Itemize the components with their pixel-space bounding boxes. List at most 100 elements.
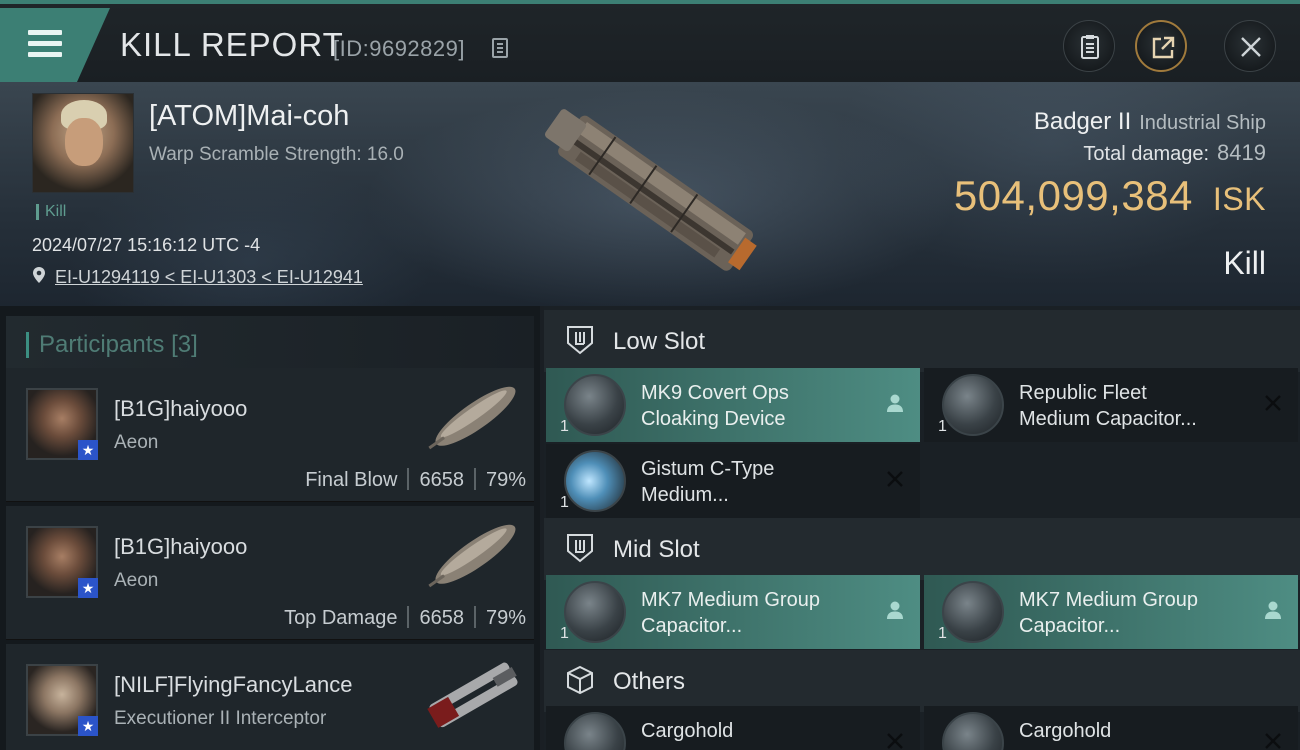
participants-header: Participants [3] bbox=[6, 316, 534, 372]
fitted-item[interactable]: 1 Republic Fleet Medium Capacitor... bbox=[924, 368, 1298, 442]
item-name-line1: Republic Fleet bbox=[1019, 382, 1147, 404]
dropped-person-icon bbox=[1265, 601, 1281, 619]
total-damage: Total damage: 8419 bbox=[1083, 140, 1266, 166]
menu-button[interactable] bbox=[0, 8, 110, 82]
participant-ship-icon bbox=[427, 662, 518, 728]
report-id: [ID:9692829] bbox=[333, 36, 465, 61]
item-name: MK7 Medium Group Capacitor... bbox=[641, 587, 871, 639]
close-icon bbox=[1241, 37, 1261, 57]
participant-ship: Aeon bbox=[114, 432, 159, 453]
fitted-item[interactable]: 1 Gistum C-Type Medium... bbox=[546, 444, 920, 518]
participant-avatar: ★ bbox=[26, 526, 98, 598]
participant-ship-icon bbox=[428, 524, 516, 588]
capacitor-repair-icon bbox=[942, 581, 1004, 643]
fitted-item[interactable]: 1 MK7 Medium Group Capacitor... bbox=[546, 575, 920, 649]
participant-ship: Aeon bbox=[114, 570, 159, 591]
mid-slot-label: Mid Slot bbox=[613, 536, 700, 563]
fitted-item[interactable]: Cargohold bbox=[924, 706, 1298, 750]
others-label: Others bbox=[613, 668, 686, 695]
kill-location-link[interactable]: EI-U1294119 < EI-U1303 < EI-U12941 bbox=[55, 267, 363, 288]
participant-name: [B1G]haiyooo bbox=[114, 396, 248, 421]
participants-label: Participants bbox=[39, 331, 165, 358]
corp-star-icon: ★ bbox=[78, 578, 98, 598]
item-name-line1: MK7 Medium Group bbox=[641, 589, 820, 611]
fitting-panel: Low Slot 1 MK9 Covert Ops Cloaking Device… bbox=[544, 306, 1300, 750]
participant-row[interactable]: ★ [B1G]haiyooo Aeon Top Damage 6658 79% bbox=[6, 506, 534, 640]
corp-star-icon: ★ bbox=[78, 716, 98, 736]
close-button[interactable] bbox=[1224, 20, 1276, 72]
victim-name[interactable]: [ATOM]Mai-coh bbox=[149, 100, 349, 133]
clipboard-icon bbox=[1081, 35, 1099, 59]
item-name: MK9 Covert Ops Cloaking Device bbox=[641, 380, 871, 432]
item-name-line2: Cloaking Device bbox=[641, 408, 786, 430]
dropped-person-icon bbox=[887, 394, 903, 412]
participant-row[interactable]: ★ [NILF]FlyingFancyLance Executioner II … bbox=[6, 644, 534, 750]
isk-value: 504,099,384 ISK bbox=[954, 172, 1266, 220]
total-damage-label: Total damage: bbox=[1083, 143, 1210, 165]
kill-datetime: 2024/07/27 15:16:12 UTC -4 bbox=[32, 235, 261, 255]
others-header: Others bbox=[544, 650, 1300, 712]
capacitor-booster-icon bbox=[942, 374, 1004, 436]
victim-portrait[interactable] bbox=[32, 93, 134, 193]
item-name: Gistum C-Type Medium... bbox=[641, 456, 871, 508]
victim-ship-name[interactable]: Badger II Industrial Ship bbox=[1034, 108, 1266, 136]
page-title: KILL REPORT bbox=[120, 26, 344, 63]
item-name-line1: Cargohold bbox=[641, 720, 734, 742]
location-pin-icon bbox=[33, 267, 45, 283]
total-damage-value: 8419 bbox=[1217, 140, 1266, 165]
participant-damage: 6658 bbox=[419, 469, 464, 491]
item-name-line2: Medium Capacitor... bbox=[1019, 408, 1197, 430]
kill-tag: Kill bbox=[36, 204, 66, 220]
low-slot-header: Low Slot bbox=[544, 310, 1300, 372]
low-slot-icon bbox=[567, 326, 593, 355]
item-name: Cargohold bbox=[641, 718, 871, 744]
participant-name: [B1G]haiyooo bbox=[114, 534, 248, 559]
destroyed-x-icon bbox=[887, 471, 903, 487]
item-name: MK7 Medium Group Capacitor... bbox=[1019, 587, 1249, 639]
item-name: Cargohold bbox=[1019, 718, 1249, 744]
participant-role: Top Damage bbox=[284, 607, 398, 629]
fitted-item[interactable]: 1 MK9 Covert Ops Cloaking Device bbox=[546, 368, 920, 442]
participant-stats: Top Damage 6658 79% bbox=[284, 606, 526, 630]
shield-extender-icon bbox=[564, 450, 626, 512]
share-button[interactable] bbox=[1135, 20, 1187, 72]
participant-damage-pct: 79% bbox=[485, 607, 526, 629]
item-quantity: 1 bbox=[560, 494, 569, 511]
item-name-line1: MK9 Covert Ops bbox=[641, 382, 789, 404]
cloak-module-icon bbox=[564, 374, 626, 436]
copy-icon[interactable] bbox=[492, 38, 508, 58]
fitted-item[interactable]: Cargohold bbox=[546, 706, 920, 750]
participant-row[interactable]: ★ [B1G]haiyooo Aeon Final Blow 6658 79% bbox=[6, 368, 534, 502]
cube-icon bbox=[567, 665, 593, 695]
participant-stats: Final Blow 6658 79% bbox=[305, 468, 526, 492]
item-name-line2: Capacitor... bbox=[1019, 615, 1121, 637]
item-quantity: 1 bbox=[560, 418, 569, 435]
participant-damage: 6658 bbox=[419, 607, 464, 629]
fitted-item[interactable]: 1 MK7 Medium Group Capacitor... bbox=[924, 575, 1298, 649]
participants-panel: Participants [3] ★ [B1G]haiyooo Aeon Fin… bbox=[0, 306, 540, 750]
corp-star-icon: ★ bbox=[78, 440, 98, 460]
capacitor-repair-icon bbox=[564, 581, 626, 643]
top-bar: KILL REPORT [ID:9692829] bbox=[0, 0, 1300, 82]
participant-avatar: ★ bbox=[26, 388, 98, 460]
participant-damage-pct: 79% bbox=[485, 469, 526, 491]
clipboard-button[interactable] bbox=[1063, 20, 1115, 72]
mid-slot-header: Mid Slot bbox=[544, 518, 1300, 580]
low-slot-label: Low Slot bbox=[613, 328, 706, 355]
item-name-line2: Medium... bbox=[641, 484, 729, 506]
cargohold-icon bbox=[564, 712, 626, 750]
destroyed-x-icon bbox=[887, 733, 903, 749]
item-quantity: 1 bbox=[938, 418, 947, 435]
ship-name-text: Badger II bbox=[1033, 108, 1132, 135]
participant-avatar: ★ bbox=[26, 664, 98, 736]
participant-ship-icon bbox=[428, 386, 516, 450]
kill-summary: [ATOM]Mai-coh Warp Scramble Strength: 16… bbox=[0, 82, 1300, 306]
participant-role: Final Blow bbox=[305, 469, 398, 491]
mid-slot-icon bbox=[567, 534, 593, 563]
item-name-line2: Capacitor... bbox=[641, 615, 743, 637]
participant-name: [NILF]FlyingFancyLance bbox=[114, 672, 353, 697]
result-label: Kill bbox=[1223, 245, 1266, 281]
item-name: Republic Fleet Medium Capacitor... bbox=[1019, 380, 1249, 432]
cargohold-icon bbox=[942, 712, 1004, 750]
destroyed-x-icon bbox=[1265, 395, 1281, 411]
